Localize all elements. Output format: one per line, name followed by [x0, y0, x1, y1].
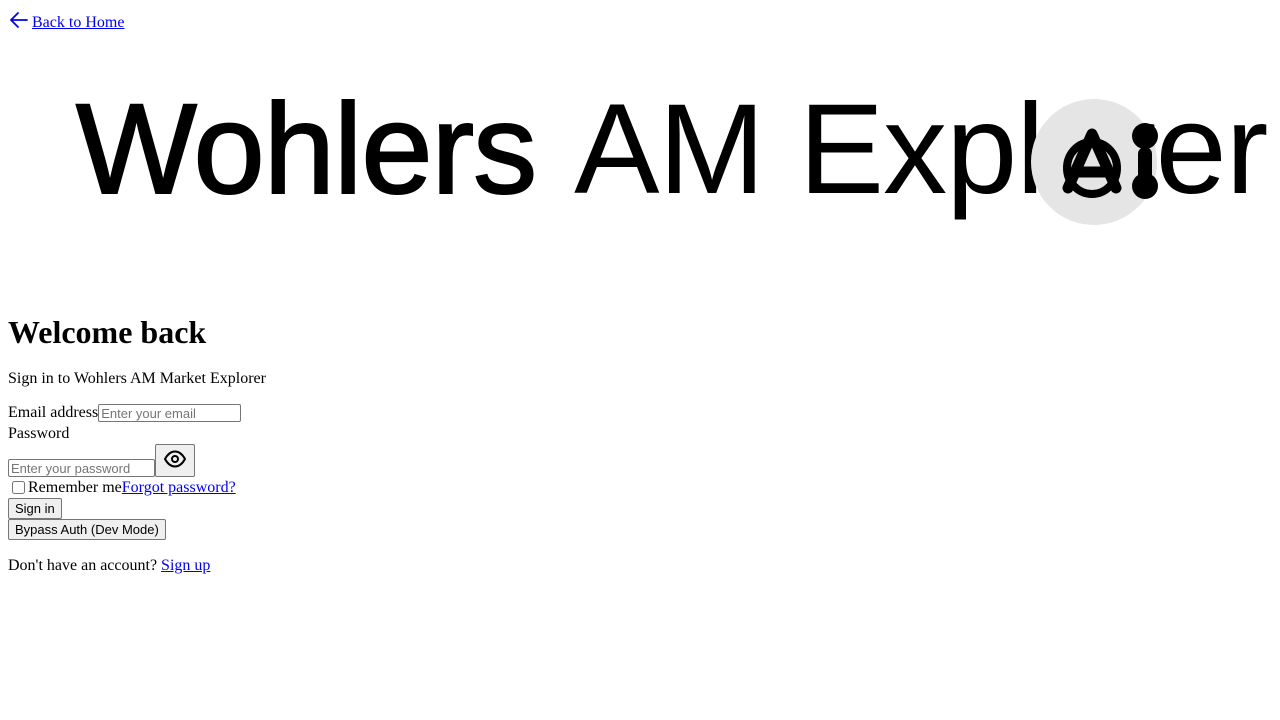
email-row: Email address: [8, 403, 608, 423]
eye-icon: [163, 450, 187, 471]
login-subtitle: Sign in to Wohlers AM Market Explorer: [8, 370, 266, 387]
signup-row: Don't have an account? Sign up: [8, 556, 608, 576]
show-password-button[interactable]: [155, 444, 195, 477]
hero-brand: Wohlers: [75, 78, 538, 221]
password-label: Password: [8, 425, 70, 442]
bypass-auth-button[interactable]: Bypass Auth (Dev Mode): [8, 519, 166, 540]
remember-me-checkbox[interactable]: [12, 481, 25, 494]
back-nav: Back to Home: [8, 10, 124, 32]
password-row: [8, 444, 608, 477]
login-form: Welcome back Sign in to Wohlers AM Marke…: [8, 308, 608, 592]
sign-up-link[interactable]: Sign up: [161, 557, 210, 574]
page-title: Welcome back: [8, 314, 207, 350]
email-field[interactable]: [98, 404, 242, 422]
remember-row: Remember me Forgot password?: [8, 477, 608, 498]
hero-product: AM Explorer: [574, 78, 1268, 221]
page-root: Back to Home Wohlers AM Explorer Welcome …: [0, 0, 1280, 720]
signup-prompt: Don't have an account?: [8, 557, 158, 574]
password-field[interactable]: [8, 459, 155, 477]
email-label: Email address: [8, 404, 99, 421]
forgot-password-link[interactable]: Forgot password?: [122, 479, 236, 497]
ai-logo-icon: [1030, 98, 1160, 226]
sign-in-button[interactable]: Sign in: [8, 498, 62, 519]
remember-me-label: Remember me: [28, 478, 122, 496]
back-to-home-link[interactable]: Back to Home: [32, 14, 124, 32]
arrow-left-icon[interactable]: [8, 10, 30, 32]
